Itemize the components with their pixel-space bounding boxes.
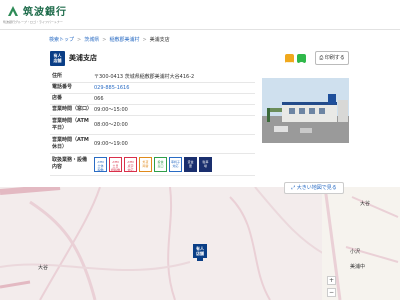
print-button[interactable]: ⎙ 印刷する <box>315 51 349 65</box>
service-icon: 駐車場 <box>199 156 212 172</box>
zoom-out-button[interactable]: − <box>327 288 336 297</box>
branch-photo <box>262 78 349 143</box>
address-value: 〒300-0413 茨城県稲敷郡美浦村大谷416-2 <box>92 71 255 83</box>
atm-weekday-hours-value: 08:00～20:00 <box>92 115 255 135</box>
site-header: 筑波銀行 筑波銀行グループ・ロゴ・ライフパートナー <box>0 0 400 30</box>
table-row: 電話番号 029-885-1616 <box>50 82 255 94</box>
map-branch-pin[interactable]: 有人 店舗 <box>193 244 207 258</box>
table-row: 取扱業務・設備内容 ATM 土休 稼働 ATM 土日 祝稼働 ATM 点字 対応 外貨 両替 投信 窓口… <box>50 153 255 176</box>
table-row: 営業時間（ATM平日） 08:00～20:00 <box>50 115 255 135</box>
table-row: 営業時間（ATM休日） 09:00～19:00 <box>50 134 255 154</box>
bank-logo-icon[interactable] <box>6 4 20 18</box>
service-icon: 車椅子 対応 <box>169 156 182 172</box>
page-title: 美浦支店 <box>69 54 97 62</box>
expand-icon: ⤢ <box>291 185 296 191</box>
large-map-button[interactable]: ⤢ 大きい地図で見る <box>284 182 344 194</box>
staffed-branch-badge: 有人 店舗 <box>50 51 65 66</box>
bank-tagline: 筑波銀行グループ・ロゴ・ライフパートナー <box>3 20 63 24</box>
service-icon: ATM 点字 対応 <box>124 156 137 172</box>
phone-link[interactable]: 029-885-1616 <box>94 85 129 91</box>
table-row: 店番 066 <box>50 93 255 105</box>
zoom-in-button[interactable]: + <box>327 276 336 285</box>
breadcrumb: 検索トップ > 茨城県 > 稲敷郡美浦村 > 美浦支店 <box>49 37 170 43</box>
branch-info-table: 住所 〒300-0413 茨城県稲敷郡美浦村大谷416-2 電話番号 029-8… <box>50 71 255 176</box>
mail-icon[interactable] <box>285 54 294 67</box>
table-row: 営業時間（窓口） 09:00～15:00 <box>50 104 255 116</box>
bank-name[interactable]: 筑波銀行 <box>23 3 67 18</box>
map-pin-tail <box>197 258 203 261</box>
breadcrumb-search-top[interactable]: 検索トップ <box>49 37 74 43</box>
service-icon: 貸金庫 <box>184 156 197 172</box>
services-list: ATM 土休 稼働 ATM 土日 祝稼働 ATM 点字 対応 外貨 両替 投信 窓口 車椅子 対応 貸金庫駐車… <box>92 153 255 176</box>
breadcrumb-current: 美浦支店 <box>149 37 170 43</box>
line-share-icon[interactable] <box>297 54 306 67</box>
map-place-label: 大谷 <box>360 201 371 207</box>
map-place-label: 大谷 <box>38 265 49 271</box>
atm-holiday-hours-value: 09:00～19:00 <box>92 134 255 154</box>
breadcrumb-ibaraki[interactable]: 茨城県 <box>84 37 99 43</box>
service-icon: 外貨 両替 <box>139 156 152 172</box>
service-icon: ATM 土休 稼働 <box>94 156 107 172</box>
service-icon: 投信 窓口 <box>154 156 167 172</box>
map-place-label: 美浦中 <box>350 264 366 270</box>
printer-icon: ⎙ <box>319 55 324 61</box>
breadcrumb-miho-village[interactable]: 稲敷郡美浦村 <box>109 37 139 43</box>
window-hours-value: 09:00～15:00 <box>92 104 255 116</box>
table-row: 住所 〒300-0413 茨城県稲敷郡美浦村大谷416-2 <box>50 71 255 83</box>
service-icon: ATM 土日 祝稼働 <box>109 156 122 172</box>
map-place-label: 小沢 <box>350 249 361 255</box>
branch-number-value: 066 <box>92 93 255 105</box>
